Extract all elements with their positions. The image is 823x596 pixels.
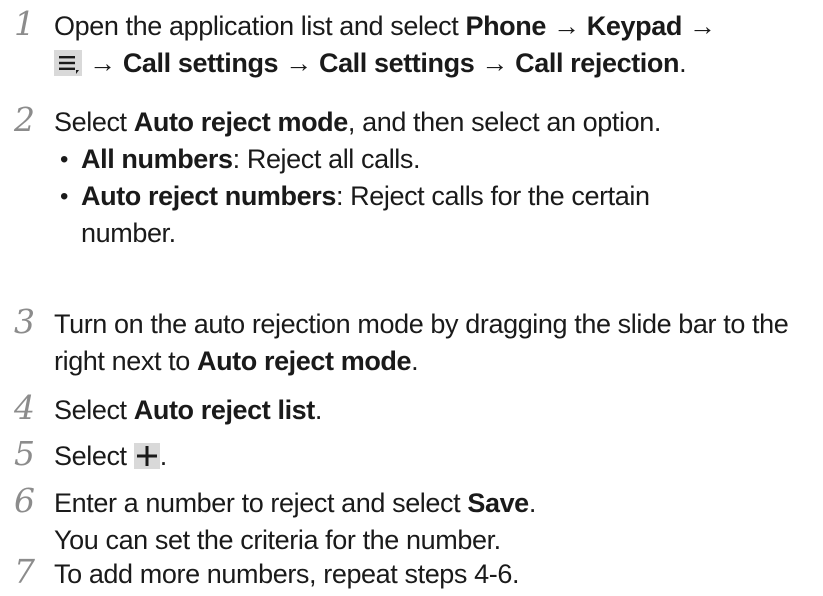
step-number: 4 <box>14 388 35 427</box>
step-text-segment: , and then select an option. <box>347 107 661 137</box>
keypad-label: Keypad <box>586 11 683 41</box>
step-note: You can set the criteria for the number. <box>54 525 501 555</box>
option-description: : Reject all calls. <box>232 144 421 174</box>
period: . <box>314 395 323 425</box>
phone-label: Phone <box>465 11 546 41</box>
auto-reject-mode-label: Auto reject mode <box>133 107 349 137</box>
list-item: All numbers: Reject all calls. <box>54 141 817 178</box>
period: . <box>411 346 419 376</box>
period: . <box>159 441 168 471</box>
step-text-segment: Enter a number to reject and select <box>54 488 468 518</box>
step-text: Open the application list and select Pho… <box>54 8 817 82</box>
step-text-segment: Select <box>54 395 134 425</box>
save-label: Save <box>467 488 529 518</box>
step-number: 3 <box>14 302 35 341</box>
step-number: 6 <box>14 481 35 520</box>
step-text: Select Auto reject mode, and then select… <box>54 104 817 252</box>
call-settings-label: Call settings <box>318 48 475 78</box>
step-text: Enter a number to reject and select Save… <box>54 485 817 559</box>
auto-reject-mode-label: Auto reject mode <box>196 346 412 376</box>
step-text-segment: Open the application list and select <box>54 11 466 41</box>
step-text: Select Auto reject list. <box>54 392 817 429</box>
step-number: 1 <box>14 4 35 43</box>
option-list: All numbers: Reject all calls. Auto reje… <box>54 141 817 252</box>
arrow: → <box>681 11 716 41</box>
list-item: Auto reject numbers: Reject calls for th… <box>54 178 817 252</box>
step-text-segment: Select <box>54 107 134 137</box>
period: . <box>528 488 537 518</box>
arrow: → <box>545 11 587 41</box>
step-text: To add more numbers, repeat steps 4-6. <box>54 559 520 589</box>
period: . <box>679 48 687 78</box>
menu-key-icon <box>54 50 82 76</box>
arrow: → <box>82 48 123 78</box>
arrow: → <box>278 48 319 78</box>
option-name: All numbers <box>81 144 233 174</box>
step-text: Select . <box>54 438 817 475</box>
step-text-segment: Turn on the auto rejection mode by dragg… <box>54 309 789 376</box>
instruction-page: 1 Open the application list and select P… <box>0 0 823 596</box>
call-rejection-label: Call rejection <box>515 48 680 78</box>
call-settings-label: Call settings <box>122 48 279 78</box>
arrow: → <box>474 48 516 78</box>
step-number: 2 <box>14 100 35 139</box>
step-text: Turn on the auto rejection mode by dragg… <box>54 306 817 380</box>
step-number: 5 <box>14 434 35 473</box>
plus-icon <box>133 443 160 469</box>
step-number: 7 <box>14 552 35 591</box>
step-text-segment: Select <box>54 441 134 471</box>
auto-reject-list-label: Auto reject list <box>133 395 316 425</box>
option-name: Auto reject numbers <box>81 181 336 211</box>
